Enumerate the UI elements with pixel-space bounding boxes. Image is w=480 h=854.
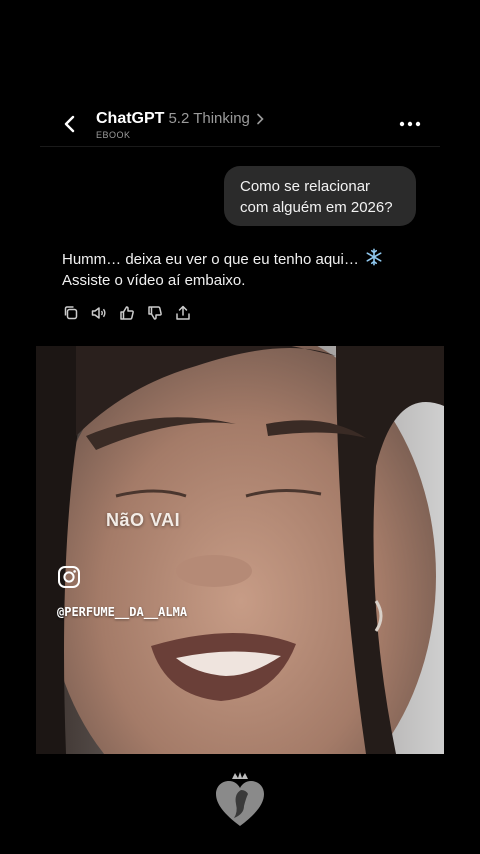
project-subtitle: EBOOK	[96, 130, 131, 140]
video-caption: NãO VAI	[106, 510, 181, 530]
user-message-line: Como se relacionar	[240, 178, 371, 195]
assistant-message-line: Humm… deixa eu ver o que eu tenho aqui…	[62, 251, 359, 268]
header-divider	[40, 146, 440, 147]
app-name: ChatGPT	[96, 110, 165, 127]
chat-header: ChatGPT 5.2 Thinking EBOOK	[0, 100, 480, 148]
instagram-icon	[58, 566, 80, 588]
video-frame	[36, 346, 444, 754]
message-actions	[62, 304, 192, 322]
assistant-message: Humm… deixa eu ver o que eu tenho aqui… …	[62, 248, 422, 291]
model-selector[interactable]: ChatGPT 5.2 Thinking EBOOK	[96, 110, 264, 140]
copy-icon[interactable]	[62, 304, 80, 322]
share-icon[interactable]	[174, 304, 192, 322]
speaker-icon[interactable]	[90, 304, 108, 322]
chevron-right-icon	[257, 113, 264, 125]
instagram-handle: @PERFUME__DA__ALMA	[57, 605, 188, 619]
video-player[interactable]	[36, 346, 444, 754]
user-message-bubble: Como se relacionar com alguém em 2026?	[224, 166, 416, 226]
crowned-heart-logo-icon	[216, 772, 264, 826]
back-chevron-icon[interactable]	[58, 112, 82, 136]
thumbs-down-icon[interactable]	[146, 304, 164, 322]
thumbs-up-icon[interactable]	[118, 304, 136, 322]
user-message-line: com alguém em 2026?	[240, 199, 393, 216]
ellipsis-icon[interactable]	[398, 114, 422, 134]
assistant-message-line: Assiste o vídeo aí embaixo.	[62, 272, 246, 289]
model-name: 5.2 Thinking	[168, 110, 250, 127]
snowflake-icon	[366, 248, 382, 266]
